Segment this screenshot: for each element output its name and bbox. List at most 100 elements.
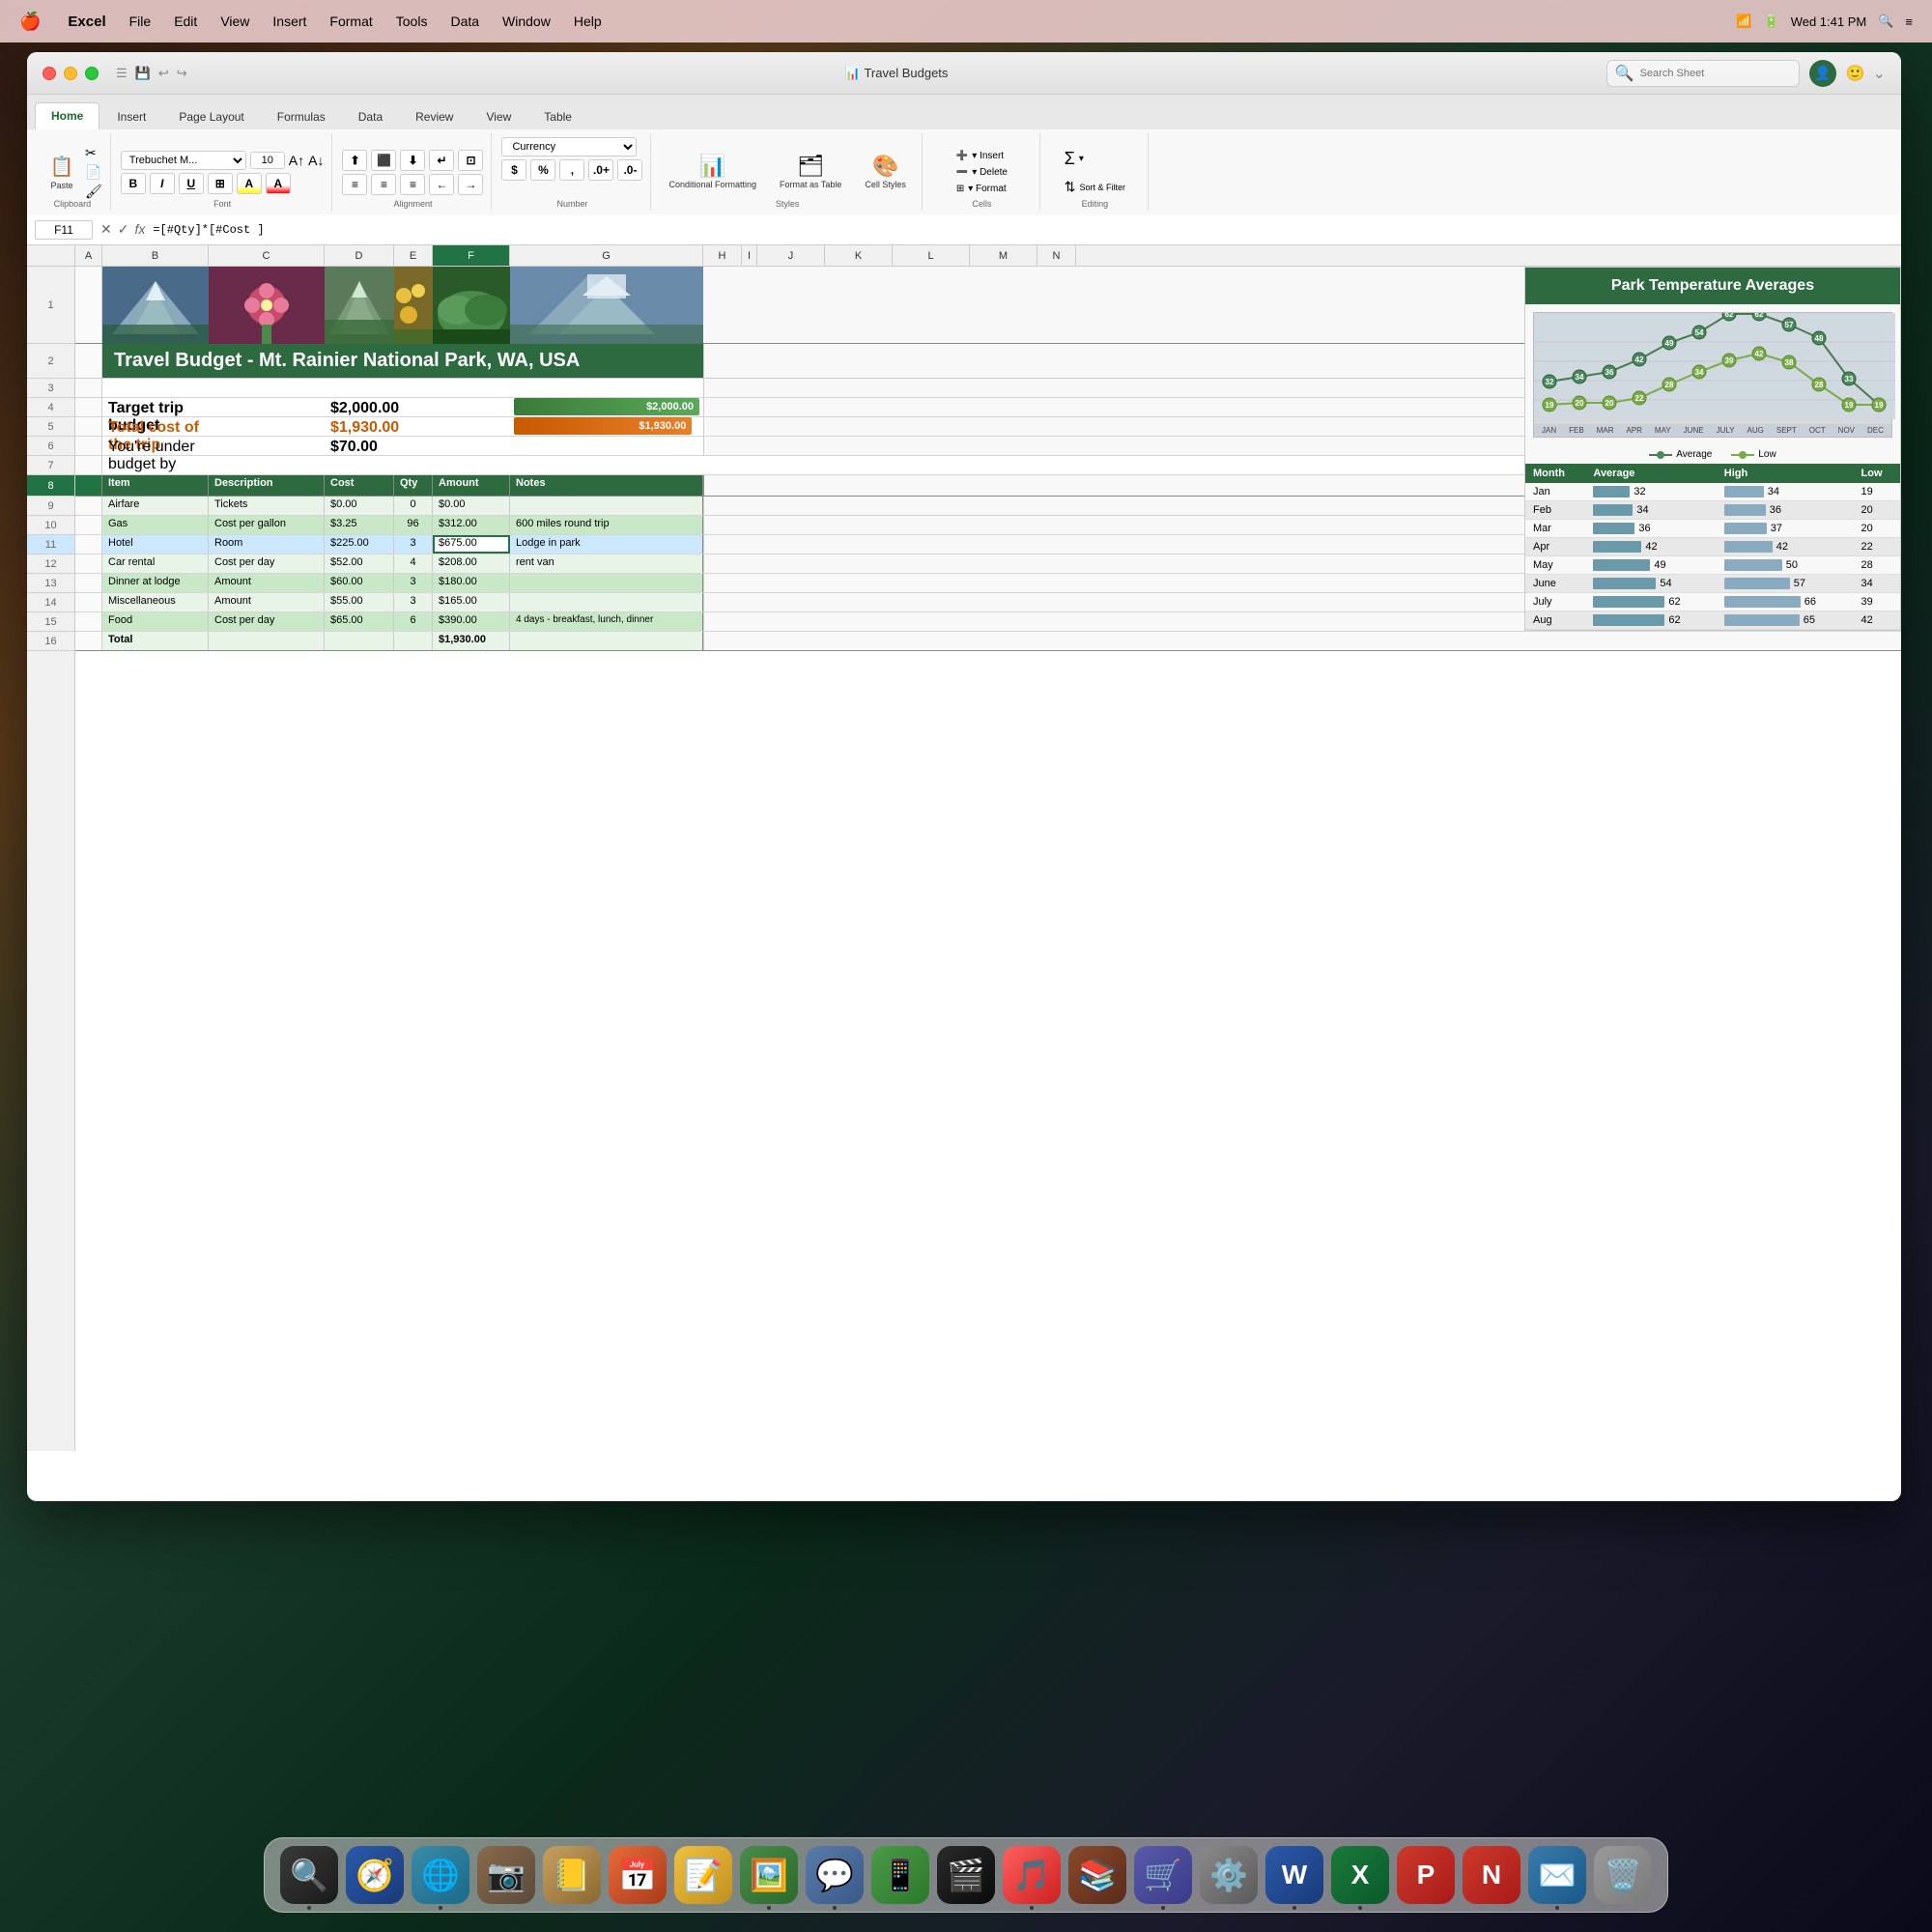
- smiley-icon[interactable]: 🙂: [1846, 64, 1865, 83]
- increase-indent-button[interactable]: →: [458, 174, 483, 195]
- paste-button[interactable]: 📋 Paste: [43, 151, 81, 194]
- cell-food-cost[interactable]: $65.00: [325, 612, 394, 631]
- cell-dinner-notes[interactable]: [510, 574, 703, 592]
- cell-airfare-desc[interactable]: Tickets: [209, 497, 325, 515]
- dock-onenote[interactable]: N: [1463, 1846, 1520, 1904]
- cell-car-item[interactable]: Car rental: [102, 554, 209, 573]
- cell-a1[interactable]: [75, 267, 102, 343]
- under-budget-value[interactable]: $70.00: [325, 437, 394, 455]
- menu-help[interactable]: Help: [574, 14, 602, 29]
- cell-total-amount[interactable]: $1,930.00: [433, 632, 510, 650]
- col-header-g[interactable]: G: [510, 245, 703, 266]
- wrap-text-button[interactable]: ↵: [429, 150, 454, 171]
- dock-powerpoint[interactable]: P: [1397, 1846, 1455, 1904]
- menu-tools[interactable]: Tools: [396, 14, 428, 29]
- col-header-l[interactable]: L: [893, 245, 970, 266]
- col-header-e[interactable]: E: [394, 245, 433, 266]
- tab-view[interactable]: View: [470, 104, 526, 129]
- cell-a2[interactable]: [75, 344, 102, 378]
- col-header-d[interactable]: D: [325, 245, 394, 266]
- cell-hotel-desc[interactable]: Room: [209, 535, 325, 554]
- cell-dinner-desc[interactable]: Amount: [209, 574, 325, 592]
- align-bottom-button[interactable]: ⬇: [400, 150, 425, 171]
- dock-music[interactable]: 🎵: [1003, 1846, 1061, 1904]
- dock-contacts[interactable]: 📒: [543, 1846, 601, 1904]
- cell-total-cost[interactable]: [325, 632, 394, 650]
- fill-color-button[interactable]: A: [237, 173, 262, 194]
- col-header-h[interactable]: H: [703, 245, 742, 266]
- spreadsheet-title[interactable]: Travel Budget - Mt. Rainier National Par…: [102, 344, 703, 378]
- cell-car-notes[interactable]: rent van: [510, 554, 703, 573]
- italic-button[interactable]: I: [150, 173, 175, 194]
- target-budget-value[interactable]: $2,000.00: [325, 398, 394, 416]
- confirm-formula-icon[interactable]: ✓: [118, 221, 129, 238]
- conditional-formatting-button[interactable]: 📊 Conditional Formatting: [661, 150, 764, 194]
- font-color-button[interactable]: A: [266, 173, 291, 194]
- format-painter-icon[interactable]: 🖌: [85, 184, 102, 200]
- copy-icon[interactable]: 📄: [85, 164, 102, 181]
- cell-ref-input[interactable]: [35, 220, 93, 240]
- cancel-formula-icon[interactable]: ✕: [100, 221, 112, 238]
- dock-photos[interactable]: 📷: [477, 1846, 535, 1904]
- dock-preview[interactable]: 🖼️: [740, 1846, 798, 1904]
- cell-styles-button[interactable]: 🎨 Cell Styles: [857, 150, 914, 194]
- align-left-button[interactable]: ≡: [342, 174, 367, 195]
- number-format-select[interactable]: Currency: [501, 137, 637, 156]
- align-middle-button[interactable]: ⬛: [371, 150, 396, 171]
- dock-trash[interactable]: 🗑️: [1594, 1846, 1652, 1904]
- col-header-n[interactable]: N: [1037, 245, 1076, 266]
- bold-button[interactable]: B: [121, 173, 146, 194]
- format-as-table-button[interactable]: 🗂 Format as Table: [772, 150, 849, 194]
- maximize-button[interactable]: [85, 67, 99, 80]
- cell-dinner-item[interactable]: Dinner at lodge: [102, 574, 209, 592]
- col-header-b[interactable]: B: [102, 245, 209, 266]
- col-header-m[interactable]: M: [970, 245, 1037, 266]
- apple-menu[interactable]: 🍎: [19, 12, 41, 32]
- menu-file[interactable]: File: [129, 14, 152, 29]
- underline-button[interactable]: U: [179, 173, 204, 194]
- tab-table[interactable]: Table: [528, 104, 587, 129]
- under-budget-label[interactable]: You're under budget by: [102, 437, 209, 455]
- col-header-qty[interactable]: Qty: [394, 475, 433, 496]
- cell-dinner-amount[interactable]: $180.00: [433, 574, 510, 592]
- redo-icon[interactable]: ↪: [177, 66, 187, 81]
- tab-page-layout[interactable]: Page Layout: [163, 104, 259, 129]
- cell-total-item[interactable]: Total: [102, 632, 209, 650]
- currency-button[interactable]: $: [501, 159, 526, 181]
- cell-airfare-cost[interactable]: $0.00: [325, 497, 394, 515]
- account-icon[interactable]: 👤: [1809, 60, 1836, 87]
- cell-hotel-item[interactable]: Hotel: [102, 535, 209, 554]
- decrease-decimal-button[interactable]: .0-: [617, 159, 642, 181]
- align-top-button[interactable]: ⬆: [342, 150, 367, 171]
- cell-car-qty[interactable]: 4: [394, 554, 433, 573]
- cell-hotel-notes[interactable]: Lodge in park: [510, 535, 703, 554]
- dock-launchpad[interactable]: 🧭: [346, 1846, 404, 1904]
- comma-button[interactable]: ,: [559, 159, 584, 181]
- cell-misc-item[interactable]: Miscellaneous: [102, 593, 209, 611]
- close-button[interactable]: [43, 67, 56, 80]
- col-header-cost[interactable]: Cost: [325, 475, 394, 496]
- cell-food-desc[interactable]: Cost per day: [209, 612, 325, 631]
- search-icon[interactable]: 🔍: [1878, 14, 1893, 29]
- cell-gas-qty[interactable]: 96: [394, 516, 433, 534]
- cell-airfare-qty[interactable]: 0: [394, 497, 433, 515]
- tab-data[interactable]: Data: [343, 104, 398, 129]
- collapse-icon[interactable]: ⌄: [1873, 64, 1886, 83]
- dock-safari[interactable]: 🌐: [412, 1846, 469, 1904]
- tab-home[interactable]: Home: [35, 102, 99, 129]
- search-input[interactable]: [1640, 68, 1785, 79]
- cell-gas-cost[interactable]: $3.25: [325, 516, 394, 534]
- cell-airfare-item[interactable]: Airfare: [102, 497, 209, 515]
- cell-total-qty[interactable]: [394, 632, 433, 650]
- insert-button[interactable]: ➕ ▾ Insert: [952, 149, 1011, 163]
- search-box[interactable]: 🔍: [1606, 60, 1800, 87]
- col-header-notes[interactable]: Notes: [510, 475, 703, 496]
- fx-icon[interactable]: fx: [134, 221, 145, 238]
- cell-food-qty[interactable]: 6: [394, 612, 433, 631]
- col-header-f[interactable]: F: [433, 245, 510, 266]
- tab-review[interactable]: Review: [400, 104, 469, 129]
- dock-mail[interactable]: ✉️: [1528, 1846, 1586, 1904]
- delete-button[interactable]: ➖ ▾ Delete: [952, 165, 1011, 180]
- cell-misc-qty[interactable]: 3: [394, 593, 433, 611]
- menu-insert[interactable]: Insert: [272, 14, 306, 29]
